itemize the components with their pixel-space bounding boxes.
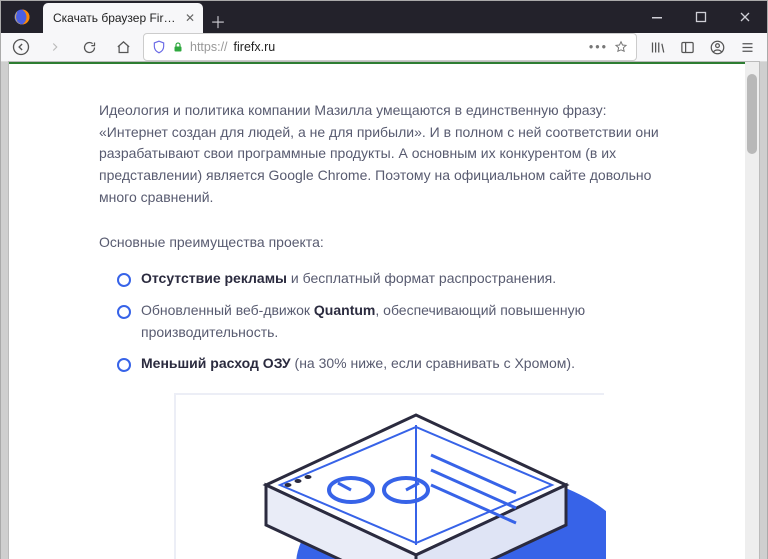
firefox-icon bbox=[1, 1, 43, 33]
sidebar-icon[interactable] bbox=[673, 33, 701, 61]
reload-button[interactable] bbox=[75, 33, 103, 61]
list-item: Обновленный веб-движок Quantum, обеспечи… bbox=[117, 300, 679, 343]
list-item: Меньший расход ОЗУ (на 30% ниже, если ср… bbox=[117, 353, 679, 375]
url-protocol: https:// bbox=[190, 40, 228, 54]
titlebar: Скачать браузер Firefox для ко ✕ ＋ bbox=[1, 1, 767, 33]
maximize-button[interactable] bbox=[679, 1, 723, 33]
article: Идеология и политика компании Мазилла ум… bbox=[9, 64, 759, 559]
page-action-dots-icon[interactable]: ••• bbox=[589, 40, 608, 54]
address-bar[interactable]: https:// firefx.ru ••• bbox=[143, 33, 637, 61]
tab-title: Скачать браузер Firefox для ко bbox=[53, 11, 179, 25]
browser-window: Скачать браузер Firefox для ко ✕ ＋ https… bbox=[0, 0, 768, 559]
toolbar-right bbox=[643, 33, 761, 61]
close-button[interactable] bbox=[723, 1, 767, 33]
back-button[interactable] bbox=[7, 33, 35, 61]
url-host: firefx.ru bbox=[234, 40, 276, 54]
tab-strip: Скачать браузер Firefox для ко ✕ ＋ bbox=[43, 1, 635, 33]
scrollbar-thumb[interactable] bbox=[747, 74, 757, 154]
home-button[interactable] bbox=[109, 33, 137, 61]
benefits-list: Отсутствие рекламы и бесплатный формат р… bbox=[117, 268, 679, 375]
window-controls bbox=[635, 1, 767, 33]
illustration bbox=[174, 393, 604, 559]
library-icon[interactable] bbox=[643, 33, 671, 61]
minimize-button[interactable] bbox=[635, 1, 679, 33]
menu-icon[interactable] bbox=[733, 33, 761, 61]
list-item: Отсутствие рекламы и бесплатный формат р… bbox=[117, 268, 679, 290]
toolbar: https:// firefx.ru ••• bbox=[1, 33, 767, 62]
viewport-frame: Идеология и политика компании Мазилла ум… bbox=[1, 62, 767, 559]
tab-active[interactable]: Скачать браузер Firefox для ко ✕ bbox=[43, 3, 203, 33]
scrollbar[interactable] bbox=[745, 62, 759, 559]
new-tab-button[interactable]: ＋ bbox=[203, 9, 233, 33]
lock-icon[interactable] bbox=[172, 41, 184, 53]
list-heading: Основные преимущества проекта: bbox=[99, 232, 679, 254]
forward-button[interactable] bbox=[41, 33, 69, 61]
shield-icon[interactable] bbox=[152, 40, 166, 54]
account-icon[interactable] bbox=[703, 33, 731, 61]
intro-paragraph: Идеология и политика компании Мазилла ум… bbox=[99, 100, 679, 208]
close-tab-icon[interactable]: ✕ bbox=[185, 11, 195, 25]
bookmark-star-icon[interactable] bbox=[614, 40, 628, 54]
page-content: Идеология и политика компании Мазилла ум… bbox=[9, 62, 759, 559]
